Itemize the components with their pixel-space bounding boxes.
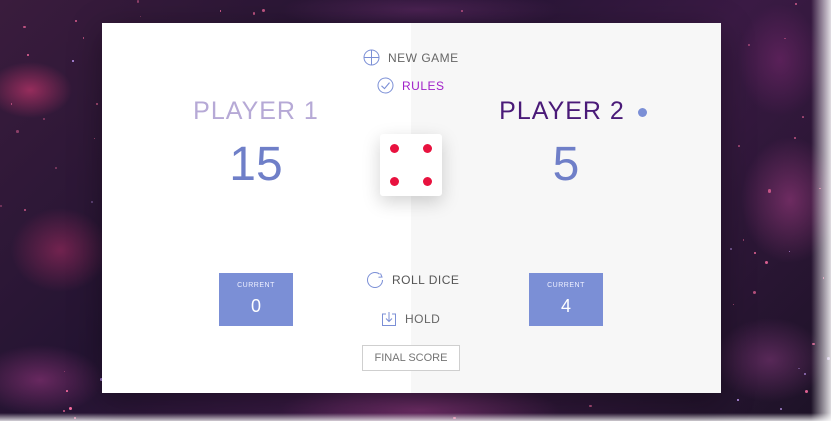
rules-label: RULES — [402, 78, 445, 93]
player-2-current-box: CURRENT 4 — [529, 273, 603, 326]
background-speck — [16, 130, 19, 133]
dice-pip — [390, 144, 399, 153]
player-2-name: PLAYER 2 — [499, 97, 625, 125]
player-1-name: PLAYER 1 — [193, 97, 319, 125]
background-speck — [95, 102, 99, 105]
background-speck — [788, 250, 790, 253]
background-speck — [252, 12, 256, 15]
player-2-current-label: CURRENT — [547, 282, 585, 289]
player-1-current-label: CURRENT — [237, 282, 275, 289]
background-speck — [780, 408, 782, 410]
background-speck — [219, 10, 222, 12]
dice — [380, 134, 442, 196]
rules-button[interactable]: RULES — [377, 77, 445, 94]
background-speck — [803, 372, 806, 375]
dice-pip — [423, 177, 432, 186]
download-box-icon — [381, 311, 397, 327]
background-speck — [66, 389, 68, 392]
plus-circle-icon — [363, 49, 380, 66]
player-2-current-score: 4 — [560, 296, 571, 316]
refresh-icon — [366, 271, 384, 289]
background-speck — [736, 399, 739, 402]
player-1-current-box: CURRENT 0 — [219, 273, 293, 326]
active-player-dot-icon — [638, 108, 647, 117]
check-circle-icon — [377, 77, 394, 94]
dice-pip — [390, 177, 399, 186]
player-1-score: 15 — [229, 138, 283, 191]
background-speck — [764, 260, 768, 264]
window-edge-bottom — [0, 413, 831, 421]
window-edge-right — [811, 0, 831, 421]
background-speck — [74, 20, 77, 23]
background-speck — [589, 404, 592, 408]
background-speck — [793, 136, 796, 139]
player-1-current-score: 0 — [250, 296, 261, 316]
new-game-label: NEW GAME — [388, 50, 459, 65]
hold-button[interactable]: HOLD — [381, 311, 440, 327]
player-2-panel — [411, 23, 721, 393]
background-speck — [752, 290, 757, 294]
game-panel: PLAYER 1 15 PLAYER 2 5 NEW GAME RULES CU… — [102, 23, 721, 393]
dice-pip — [423, 144, 432, 153]
hold-label: HOLD — [405, 312, 441, 326]
roll-dice-label: ROLL DICE — [392, 273, 460, 287]
background-speck — [22, 25, 26, 29]
background-speck — [738, 145, 740, 147]
final-score-input[interactable] — [362, 345, 460, 371]
background-speck — [62, 409, 66, 412]
roll-dice-button[interactable]: ROLL DICE — [366, 271, 459, 289]
background-speck — [460, 10, 463, 12]
player-2-score: 5 — [552, 138, 580, 191]
background-speck — [801, 116, 804, 119]
new-game-button[interactable]: NEW GAME — [363, 49, 459, 66]
background-speck — [794, 2, 797, 5]
